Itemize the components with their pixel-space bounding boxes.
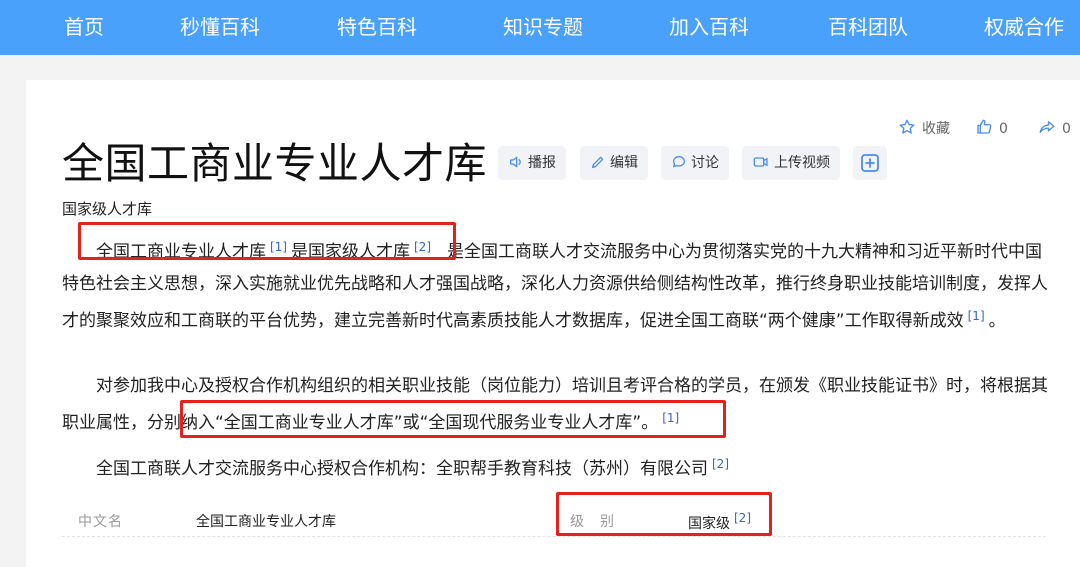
star-icon — [899, 119, 915, 134]
nav-item-cooperation[interactable]: 权威合作 — [984, 0, 1064, 55]
thumbs-up-icon — [977, 119, 992, 134]
nav-item-home[interactable]: 首页 — [64, 0, 104, 55]
citation-link[interactable]: [1] — [968, 309, 985, 323]
info-label-name: 中文名 — [78, 514, 123, 530]
nav-item-featured[interactable]: 特色百科 — [337, 0, 417, 55]
edit-label: 编辑 — [610, 155, 638, 171]
p3-body: 全国工商联人才交流服务中心授权合作机构：全职帮手教育科技（苏州）有限公司 — [96, 459, 708, 479]
like-button[interactable]: 0 — [975, 118, 1008, 138]
play-label: 播报 — [528, 155, 556, 171]
info-level-text: 国家级 — [688, 516, 730, 532]
info-value-level: 国家级 [2] — [688, 511, 755, 533]
speaker-icon — [510, 156, 521, 168]
nav-item-join[interactable]: 加入百科 — [669, 0, 749, 55]
p1-level: 是国家级人才库 — [291, 242, 410, 262]
favorite-label: 收藏 — [922, 121, 950, 137]
top-nav: 首页 秒懂百科 特色百科 知识专题 加入百科 百科团队 权威合作 — [0, 0, 1080, 55]
pencil-icon — [592, 156, 604, 168]
upload-video-button[interactable]: 上传视频 — [742, 146, 840, 180]
chat-icon — [673, 156, 685, 168]
edit-button[interactable]: 编辑 — [580, 146, 648, 180]
plus-icon — [861, 154, 879, 172]
page-title: 全国工商业专业人才库 — [62, 139, 488, 188]
share-button[interactable]: 0 — [1038, 118, 1071, 138]
citation-link[interactable]: [2] — [734, 511, 751, 525]
info-value-name: 全国工商业专业人才库 — [196, 514, 336, 530]
nav-item-topics[interactable]: 知识专题 — [503, 0, 583, 55]
play-button[interactable]: 播报 — [498, 146, 566, 180]
favorite-button[interactable]: 收藏 — [898, 118, 950, 138]
divider — [62, 536, 1046, 537]
share-count: 0 — [1062, 121, 1071, 137]
entry-subtitle: 国家级人才库 — [62, 200, 153, 218]
discuss-label: 讨论 — [691, 155, 719, 171]
paragraph-1: 全国工商业专业人才库 [1] 是国家级人才库 [2] 是全国工商联人才交流服务中心为贯彻… — [62, 231, 1052, 337]
p2-inclusion: 分别纳入“全国工商业专业人才库”或“全国现代服务业专业人才库”。 — [147, 413, 659, 433]
share-icon — [1039, 121, 1055, 133]
upload-video-label: 上传视频 — [774, 155, 830, 171]
paragraph-2: 对参加我中心及授权合作机构组织的相关职业技能（岗位能力）培训且考评合格的学员，在… — [62, 370, 1052, 439]
add-button[interactable] — [853, 146, 887, 180]
info-label-level: 级 别 — [570, 514, 615, 530]
discuss-button[interactable]: 讨论 — [661, 146, 729, 180]
citation-link[interactable]: [2] — [414, 240, 431, 254]
citation-link[interactable]: [1] — [662, 411, 679, 425]
nav-item-team[interactable]: 百科团队 — [828, 0, 908, 55]
p1-subject: 全国工商业专业人才库 — [96, 242, 266, 262]
citation-link[interactable]: [2] — [712, 457, 729, 471]
p1-end: 。 — [988, 311, 1006, 331]
citation-link[interactable]: [1] — [270, 240, 287, 254]
paragraph-3: 全国工商联人才交流服务中心授权合作机构：全职帮手教育科技（苏州）有限公司 [2] — [62, 448, 1052, 485]
video-icon — [753, 157, 768, 167]
like-count: 0 — [999, 121, 1008, 137]
nav-item-miaodong[interactable]: 秒懂百科 — [180, 0, 260, 55]
